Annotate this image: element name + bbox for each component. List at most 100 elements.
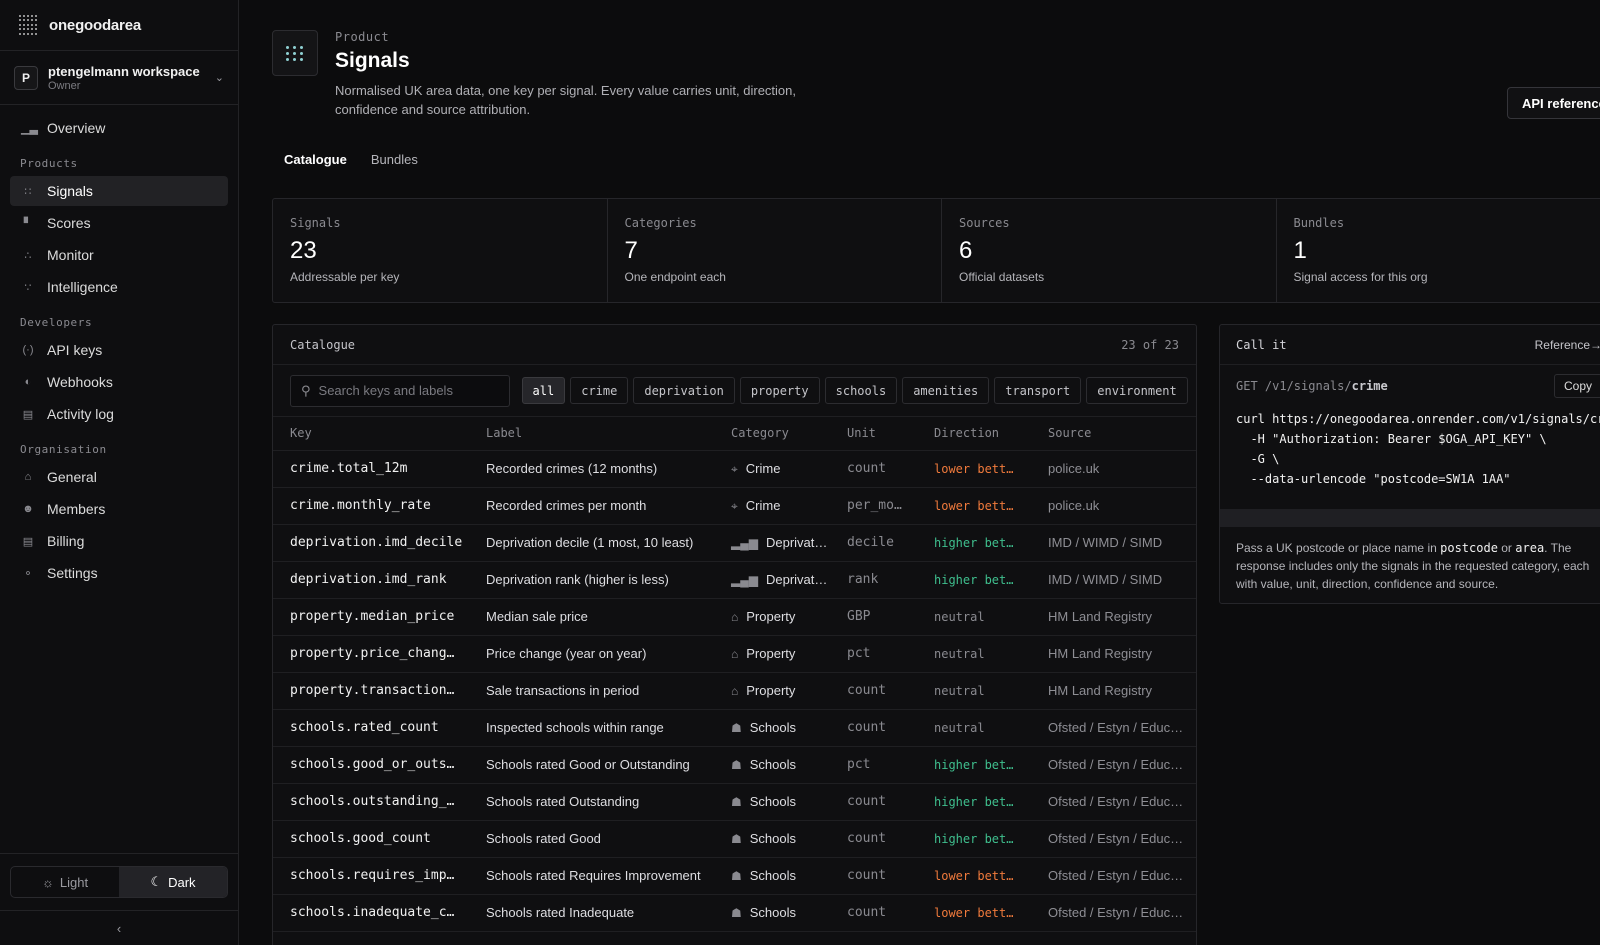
filter-chip-property[interactable]: property <box>739 377 820 404</box>
stat-label: Bundles <box>1293 216 1345 230</box>
filter-chip-crime[interactable]: crime <box>570 377 629 404</box>
chevron-down-icon: ⌄ <box>214 72 224 84</box>
sidebar-item-settings[interactable]: ⚬ Settings <box>10 558 228 588</box>
table-row[interactable]: schools.outstanding_… Schools rated Outst… <box>273 783 1196 821</box>
sidebar-nav: ▁▃ Overview Products ∷ Signals ▘ Scores … <box>0 105 238 945</box>
stat-label: Sources <box>959 216 1010 230</box>
scores-icon: ▘ <box>23 217 33 230</box>
chevron-left-icon: ‹ <box>116 920 122 936</box>
sun-icon: ☼ <box>41 874 54 890</box>
table-row[interactable]: crime.total_12m Recorded crimes (12 month… <box>273 450 1196 488</box>
sidebar-item-activity-log[interactable]: ▤ Activity log <box>10 399 228 429</box>
sidebar-item-monitor[interactable]: ∴ Monitor <box>10 240 228 270</box>
signal-label: Recorded crimes per month <box>469 487 714 525</box>
filter-chip-deprivation[interactable]: deprivation <box>633 377 735 404</box>
api-reference-button[interactable]: API reference <box>1507 87 1600 119</box>
signal-key: schools.requires_imp… <box>273 857 469 895</box>
sidebar-item-api-keys[interactable]: (·) API keys <box>10 335 228 365</box>
filter-chip-environment[interactable]: environment <box>1086 377 1188 404</box>
catalogue-filters: ⚲ allcrimedeprivationpropertyschoolsamen… <box>273 365 1196 417</box>
signal-direction: neutral <box>917 709 1031 747</box>
sidebar-item-general[interactable]: ⌂ General <box>10 462 228 492</box>
theme-dark-button[interactable]: ☾ Dark <box>119 867 227 897</box>
column-header-source[interactable]: Source <box>1031 417 1196 451</box>
signal-category: ▂▄▆ Deprivation_ <box>714 561 830 599</box>
sidebar-item-members[interactable]: ☻ Members <box>10 494 228 524</box>
code-scrollbar[interactable] <box>1220 509 1600 527</box>
column-header-category[interactable]: Category <box>714 417 830 451</box>
collapse-sidebar-button[interactable]: ‹ <box>0 910 238 945</box>
sidebar-item-signals[interactable]: ∷ Signals <box>10 176 228 206</box>
sidebar-item-scores[interactable]: ▘ Scores <box>10 208 228 238</box>
table-row[interactable]: schools.good_count Schools rated Good ☗ Sch… <box>273 820 1196 858</box>
search-icon: ⚲ <box>301 382 311 398</box>
settings-icon: ⚬ <box>23 567 33 580</box>
page-title: Signals <box>335 49 410 72</box>
filter-chip-amenities[interactable]: amenities <box>902 377 990 404</box>
filter-chip-all[interactable]: all <box>521 377 566 404</box>
signal-unit: pct <box>830 746 917 784</box>
reference-link[interactable]: Reference→ <box>1535 338 1600 352</box>
signal-direction: higher bet… <box>917 561 1031 599</box>
tab-catalogue[interactable]: Catalogue <box>272 148 359 175</box>
table-row[interactable]: schools.good_or_outs… Schools rated Good … <box>273 746 1196 784</box>
filter-chip-transport[interactable]: transport <box>994 377 1082 404</box>
catalogue-count: 23 of 23 <box>1121 337 1179 352</box>
webhook-icon: ◐ <box>24 376 32 388</box>
nav-section-organisation: Organisation <box>20 443 107 456</box>
book-icon: ▤ <box>22 408 34 421</box>
column-header-key[interactable]: Key <box>273 417 469 451</box>
signal-unit: count <box>830 894 917 932</box>
sidebar-item-label: Settings <box>47 565 98 581</box>
table-row[interactable]: property.transaction… Sale transactions i… <box>273 672 1196 710</box>
workspace-avatar: P <box>14 65 38 90</box>
members-icon: ☻ <box>22 503 34 515</box>
table-row[interactable]: property.median_price Median sale price ⌂ P… <box>273 598 1196 636</box>
table-row[interactable]: schools.inadequate_c… Schools rated Inade… <box>273 894 1196 932</box>
theme-light-button[interactable]: ☼ Light <box>11 867 119 897</box>
intelligence-icon: ∵ <box>24 281 32 294</box>
signal-label: Price change (year on year) <box>469 635 714 673</box>
signal-category: ☗ Schools <box>714 820 830 858</box>
category-label: Schools <box>749 868 797 883</box>
signal-category: ⌖ Crime <box>714 450 830 488</box>
bar-chart-icon: ▂▄▆ <box>731 536 758 550</box>
brand[interactable]: onegoodarea <box>0 0 238 51</box>
catalogue-header: Catalogue 23 of 23 <box>273 325 1196 365</box>
overview-icon: ▁▃ <box>21 122 38 135</box>
stat-label: Categories <box>624 216 697 230</box>
search-box: ⚲ <box>290 374 510 407</box>
sidebar-item-overview[interactable]: ▁▃ Overview <box>10 113 228 143</box>
table-row[interactable]: property.price_chang… Price change (year … <box>273 635 1196 673</box>
sidebar-item-intelligence[interactable]: ∵ Intelligence <box>10 272 228 302</box>
signal-category: ☗ Schools <box>714 746 830 784</box>
column-header-unit[interactable]: Unit <box>830 417 917 451</box>
signal-source: Ofsted / Estyn / Educ… <box>1031 709 1196 747</box>
table-row[interactable]: schools.requires_imp… Schools rated Requi… <box>273 857 1196 895</box>
home-icon: ⌂ <box>731 684 739 698</box>
category-chips: all crime deprivation property schools amenit… <box>521 377 1188 404</box>
table-row[interactable]: deprivation.imd_rank Deprivation rank (hi… <box>273 561 1196 599</box>
curl-code-block[interactable]: curl https://onegoodarea.onrender.com/v1… <box>1220 407 1600 489</box>
sidebar-item-billing[interactable]: ▤ Billing <box>10 526 228 556</box>
signal-key: schools.rated_count <box>273 709 469 747</box>
theme-dark-label: Dark <box>168 874 196 890</box>
table-row[interactable]: schools.rated_count Inspected schools wit… <box>273 709 1196 747</box>
signal-source: Ofsted / Estyn / Educ… <box>1031 746 1196 784</box>
signal-key: schools.outstanding_… <box>273 783 469 821</box>
search-input[interactable] <box>318 383 499 398</box>
workspace-switcher[interactable]: P ptengelmann workspace Owner ⌄ <box>0 51 238 105</box>
signal-unit: count <box>830 672 917 710</box>
sidebar-item-webhooks[interactable]: ◐ Webhooks <box>10 367 228 397</box>
column-header-direction[interactable]: Direction <box>917 417 1031 451</box>
sidebar-item-label: API keys <box>47 342 103 358</box>
copy-button[interactable]: Copy <box>1553 374 1600 398</box>
filter-chip-schools[interactable]: schools <box>824 377 898 404</box>
stat-card: Bundles 1 Signal access for this org <box>1277 199 1600 302</box>
note-text: Pass a UK postcode or place name in <box>1236 541 1441 555</box>
tab-bundles[interactable]: Bundles <box>359 148 430 175</box>
table-row[interactable]: crime.monthly_rate Recorded crimes per mo… <box>273 487 1196 525</box>
signal-label: Deprivation rank (higher is less) <box>469 561 714 599</box>
column-header-label[interactable]: Label <box>469 417 714 451</box>
table-row[interactable]: deprivation.imd_decile Deprivation decile… <box>273 524 1196 562</box>
